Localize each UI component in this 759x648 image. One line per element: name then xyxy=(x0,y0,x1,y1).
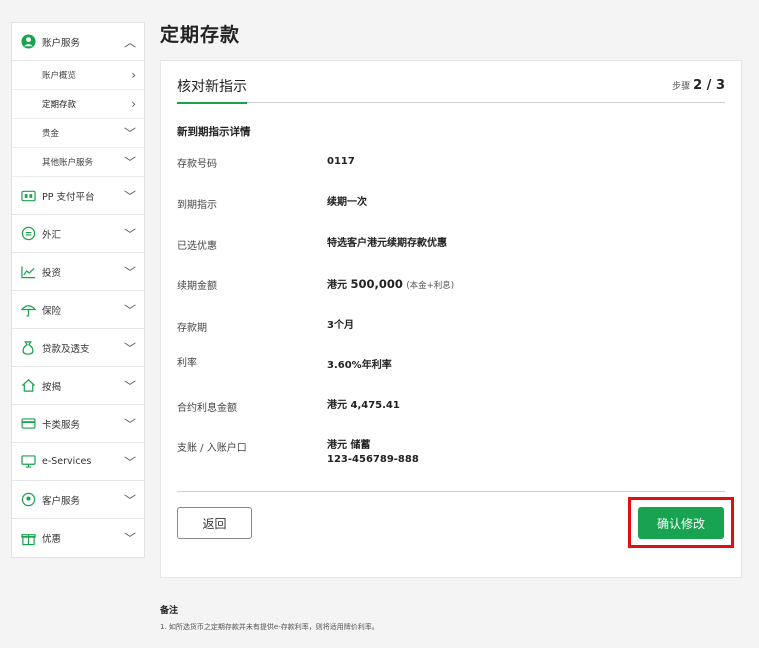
sidebar-item-account-services[interactable]: 账户服务 ︿ xyxy=(12,23,144,61)
sidebar-nav: 账户服务 ︿ 账户概览 › 定期存款 › 贵金 ﹀ 其他账户服务 ﹀ PP 支付… xyxy=(11,22,145,558)
detail-value: 特选客户港元续期存款优惠 xyxy=(327,238,447,249)
sidebar-item-label: 客户服务 xyxy=(42,495,81,507)
sidebar-item-eservices[interactable]: e-Services ﹀ xyxy=(12,443,144,481)
sidebar-item-label: 投资 xyxy=(42,267,62,279)
chevron-down-icon: ﹀ xyxy=(123,126,136,141)
notes-title: 备注 xyxy=(160,606,179,616)
detail-label: 续期金额 xyxy=(177,281,217,292)
chart-icon xyxy=(20,264,36,280)
user-circle-icon xyxy=(20,34,36,50)
chevron-down-icon: ﹀ xyxy=(123,455,136,469)
sidebar-subitem-label: 其他账户服务 xyxy=(42,158,94,168)
gift-icon xyxy=(20,530,36,546)
chevron-right-icon: › xyxy=(131,97,136,111)
sidebar-subitem-other-services[interactable]: 其他账户服务 ﹀ xyxy=(12,148,144,177)
detail-value: 0117 xyxy=(327,156,355,167)
detail-value: 续期一次 xyxy=(327,197,367,208)
chevron-down-icon: ﹀ xyxy=(123,531,136,546)
house-icon xyxy=(20,378,36,394)
payment-icon xyxy=(20,188,36,204)
sidebar-item-mortgage[interactable]: 按揭 ﹀ xyxy=(12,367,144,405)
step-label: 步骤 xyxy=(672,82,691,92)
notes-item: 1. 如所选货币之定期存款并未有提供e-存款利率，则将适用牌价利率。 xyxy=(160,623,379,631)
sidebar-item-payment-platform[interactable]: PP 支付平台 ﹀ xyxy=(12,177,144,215)
sidebar-subitem-overview[interactable]: 账户概览 › xyxy=(12,61,144,90)
sidebar-subitem-label: 贵金 xyxy=(42,129,60,139)
sidebar-item-label: 优惠 xyxy=(42,534,62,545)
detail-label: 到期指示 xyxy=(177,200,217,211)
detail-label: 合约利息金额 xyxy=(177,403,237,414)
chevron-down-icon: ﹀ xyxy=(123,303,136,317)
sidebar-item-label: 保险 xyxy=(42,305,62,317)
step-indicator: 步骤 2 / 3 xyxy=(672,78,725,93)
amount-note: (本金+利息) xyxy=(406,281,455,291)
card-icon xyxy=(20,416,36,432)
detail-value: 港元 储蓄 123-456789-888 xyxy=(327,439,587,467)
chevron-down-icon: ﹀ xyxy=(123,227,136,241)
chevron-up-icon: ︿ xyxy=(123,35,136,49)
divider xyxy=(177,491,725,492)
chevron-down-icon: ﹀ xyxy=(123,493,136,507)
sidebar-item-cards[interactable]: 卡类服务 ﹀ xyxy=(12,405,144,443)
account-type: 港元 储蓄 xyxy=(327,440,371,451)
confirm-button[interactable]: 确认修改 xyxy=(638,507,724,539)
loan-icon xyxy=(20,340,36,356)
sidebar-item-label: 外汇 xyxy=(42,229,62,241)
service-icon xyxy=(20,492,36,508)
sidebar-item-label: 贷款及透支 xyxy=(42,343,90,355)
sidebar-item-label: e-Services xyxy=(42,456,92,467)
sidebar-subitem-precious-metals[interactable]: 贵金 ﹀ xyxy=(12,119,144,148)
currency: 港元 xyxy=(327,280,347,291)
fx-icon xyxy=(20,226,36,242)
back-button[interactable]: 返回 xyxy=(177,507,252,539)
detail-label: 存款号码 xyxy=(177,159,217,170)
sidebar-item-investment[interactable]: 投资 ﹀ xyxy=(12,253,144,291)
sidebar-subitem-label: 账户概览 xyxy=(42,71,77,81)
detail-label: 利率 xyxy=(177,358,197,369)
chevron-right-icon: › xyxy=(131,68,136,82)
sidebar-item-label: 按揭 xyxy=(42,381,62,393)
sidebar-item-insurance[interactable]: 保险 ﹀ xyxy=(12,291,144,329)
account-number: 123-456789-888 xyxy=(327,454,419,465)
chevron-down-icon: ﹀ xyxy=(123,265,136,279)
chevron-down-icon: ﹀ xyxy=(123,189,136,203)
sidebar-item-customer-service[interactable]: 客户服务 ﹀ xyxy=(12,481,144,519)
sidebar-item-label: 账户服务 xyxy=(42,37,81,49)
detail-value: 3.60%年利率 xyxy=(327,360,392,371)
chevron-down-icon: ﹀ xyxy=(123,379,136,393)
page-title: 定期存款 xyxy=(160,24,241,46)
detail-label: 存款期 xyxy=(177,323,207,334)
card-heading: 核对新指示 xyxy=(177,76,247,104)
step-value: 2 / 3 xyxy=(693,78,725,93)
sidebar-subitem-time-deposit[interactable]: 定期存款 › xyxy=(12,90,144,119)
section-title: 新到期指示详情 xyxy=(177,126,251,138)
eservices-icon xyxy=(20,454,36,470)
umbrella-icon xyxy=(20,302,36,318)
sidebar-item-label: PP 支付平台 xyxy=(42,191,95,203)
sidebar-item-label: 卡类服务 xyxy=(42,419,81,431)
detail-label: 已选优惠 xyxy=(177,241,217,252)
sidebar-item-fx[interactable]: 外汇 ﹀ xyxy=(12,215,144,253)
notes-section: 备注 1. 如所选货币之定期存款并未有提供e-存款利率，则将适用牌价利率。 xyxy=(160,603,379,632)
sidebar-submenu: 账户概览 › 定期存款 › 贵金 ﹀ 其他账户服务 ﹀ xyxy=(12,61,144,177)
sidebar-item-offers[interactable]: 优惠 ﹀ xyxy=(12,519,144,557)
detail-value: 3个月 xyxy=(327,320,354,331)
detail-value: 港元 4,475.41 xyxy=(327,400,400,411)
card-header: 核对新指示 步骤 2 / 3 xyxy=(177,73,725,104)
chevron-down-icon: ﹀ xyxy=(123,341,136,355)
amount: 500,000 xyxy=(350,277,403,291)
detail-label: 支账 / 入账户口 xyxy=(177,443,247,454)
chevron-down-icon: ﹀ xyxy=(123,155,136,170)
review-card: 核对新指示 步骤 2 / 3 新到期指示详情 存款号码 0117 到期指示 续期一… xyxy=(160,60,742,578)
detail-value: 港元 500,000 (本金+利息) xyxy=(327,277,587,293)
chevron-down-icon: ﹀ xyxy=(123,417,136,431)
sidebar-subitem-label: 定期存款 xyxy=(42,100,77,110)
sidebar-item-loans[interactable]: 贷款及透支 ﹀ xyxy=(12,329,144,367)
